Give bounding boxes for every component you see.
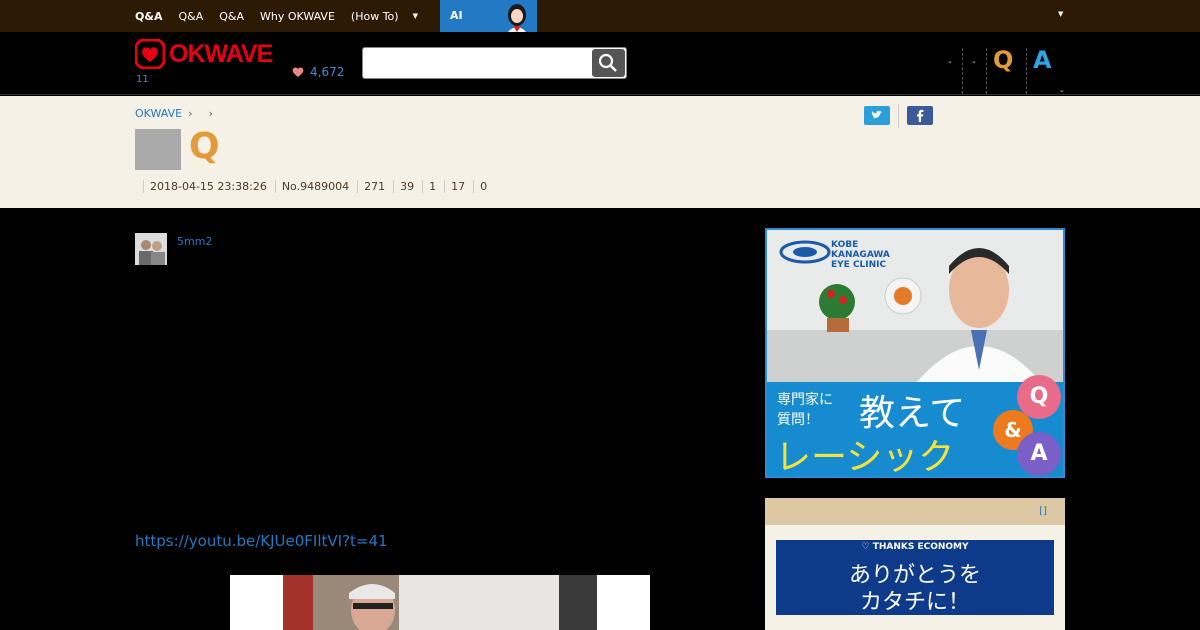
ai-character-icon	[508, 4, 526, 32]
youtube-link[interactable]: https://youtu.be/KJUe0FIltVI?t=41	[135, 532, 388, 550]
ad-copy: 専門家に 質問！ 教えて レーシック Q & A	[767, 375, 1063, 478]
thanks-economy-title: ♡ THANKS ECONOMY	[861, 542, 969, 552]
chevron-down-icon[interactable]: ⌄	[947, 57, 953, 65]
search-input[interactable]	[362, 47, 627, 79]
meta-count-4: 17	[444, 180, 473, 193]
nav-item-qa[interactable]: Q&A	[178, 10, 203, 23]
ad-small-text: 専門家に 質問！	[777, 390, 833, 430]
ad-small-line-2: 質問！	[777, 412, 819, 428]
thanks-count: 4,672	[310, 65, 345, 79]
site-header: OKWAVE 11 4,672 ⌄ ⌄ Q A ⌄	[0, 32, 1200, 95]
answer-button[interactable]: A	[1033, 46, 1052, 74]
chevron-down-icon[interactable]: ▼	[413, 12, 418, 20]
chevron-down-icon[interactable]: ▼	[1058, 10, 1063, 18]
clinic-name: KOBE KANAGAWA EYE CLINIC	[831, 240, 890, 270]
thanks-counter[interactable]: 4,672	[292, 65, 344, 79]
meta-number: No.9489004	[274, 180, 357, 193]
logo-sub: 11	[136, 74, 149, 85]
divider	[1026, 48, 1027, 94]
ad-a-bubble: A	[1017, 432, 1061, 476]
question-meta: 2018-04-15 23:38:26 No.9489004 271 39 1 …	[143, 180, 495, 193]
divider	[962, 48, 963, 94]
nav-item-how-to[interactable]: (How To)	[351, 10, 399, 23]
video-still-icon	[283, 575, 597, 630]
divider	[986, 48, 987, 94]
ad-big-text-2: レーシック	[775, 437, 955, 478]
doctor-photo-icon	[767, 230, 1063, 382]
chevron-right-icon: ›	[188, 107, 193, 120]
meta-views: 271	[357, 180, 393, 193]
ai-label: AI	[450, 9, 463, 22]
nav-item-qa-2[interactable]: Q&A	[219, 10, 244, 23]
meta-count-3: 1	[422, 180, 444, 193]
chevron-down-icon[interactable]: ⌄	[1059, 86, 1065, 94]
question-mark-title: Q	[189, 126, 220, 167]
heart-logo-icon	[135, 39, 165, 69]
category-image	[135, 129, 181, 170]
facebook-share-button[interactable]	[907, 106, 933, 125]
search-icon	[598, 53, 617, 72]
heart-icon	[292, 67, 304, 77]
panel-header-link[interactable]: []	[1039, 506, 1047, 517]
thanks-economy-title-text: THANKS ECONOMY	[872, 542, 969, 552]
logo-text: OKWAVE	[169, 39, 273, 68]
facebook-icon	[917, 109, 924, 122]
breadcrumb-item-okwave[interactable]: OKWAVE	[135, 107, 182, 120]
user-photo-icon	[135, 233, 167, 265]
top-nav: Q&A Q&A Q&A Why OKWAVE (How To) ▼	[135, 0, 436, 32]
top-bar: Q&A Q&A Q&A Why OKWAVE (How To) ▼ AI ▼	[0, 0, 1200, 32]
meta-answers: 39	[393, 180, 422, 193]
meta-count-5: 0	[473, 180, 495, 193]
sidebar-panel: [] ♡ THANKS ECONOMY ありがとうを カタチに！	[765, 498, 1065, 630]
chevron-right-icon: ›	[208, 107, 213, 120]
panel-header: []	[765, 498, 1065, 525]
breadcrumb: OKWAVE › ›	[135, 107, 223, 120]
question-header: OKWAVE › › Q 2018-04-15 23:38:26 No.9489…	[0, 96, 1200, 208]
ai-button[interactable]: AI	[440, 0, 537, 32]
video-frame	[283, 575, 597, 630]
nav-item-qa-bold[interactable]: Q&A	[135, 10, 162, 23]
thanks-economy-banner[interactable]: ♡ THANKS ECONOMY ありがとうを カタチに！	[776, 540, 1054, 615]
nav-item-why-okwave[interactable]: Why OKWAVE	[260, 10, 335, 23]
ask-question-button[interactable]: Q	[993, 46, 1013, 74]
twitter-share-button[interactable]	[864, 106, 890, 125]
lasik-ad-banner[interactable]: KOBE KANAGAWA EYE CLINIC 専門家に 質問！ 教えて レー…	[765, 228, 1065, 478]
thanks-line-2: カタチに！	[859, 590, 970, 615]
avatar[interactable]	[135, 233, 167, 265]
divider	[898, 104, 899, 128]
video-thumbnail[interactable]	[230, 575, 650, 630]
ad-photo: KOBE KANAGAWA EYE CLINIC	[767, 230, 1063, 382]
username[interactable]: 5mm2	[177, 235, 212, 248]
meta-date: 2018-04-15 23:38:26	[143, 180, 275, 193]
okwave-logo[interactable]: OKWAVE	[135, 39, 273, 69]
search-button[interactable]	[592, 49, 625, 77]
ad-small-line-1: 専門家に	[777, 392, 833, 408]
chevron-down-icon[interactable]: ⌄	[971, 57, 977, 65]
twitter-icon	[871, 110, 882, 119]
